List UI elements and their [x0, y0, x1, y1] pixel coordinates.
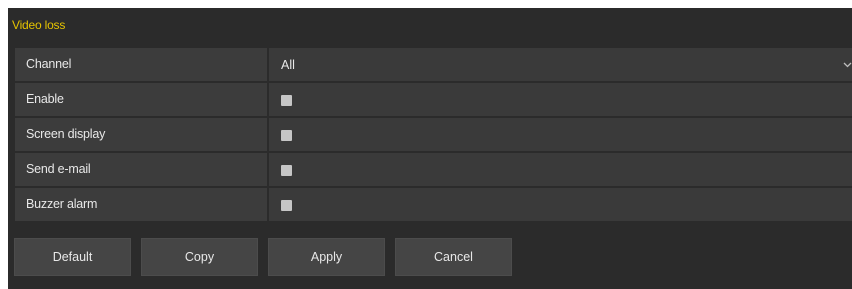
screen-display-label: Screen display — [15, 118, 267, 151]
screen-display-cell — [269, 118, 852, 151]
channel-label: Channel — [15, 48, 267, 81]
enable-row: Enable — [15, 83, 852, 116]
default-button[interactable]: Default — [14, 238, 131, 276]
apply-button[interactable]: Apply — [268, 238, 385, 276]
send-email-label: Send e-mail — [15, 153, 267, 186]
screen-display-row: Screen display — [15, 118, 852, 151]
chevron-down-icon — [843, 62, 852, 68]
cancel-button[interactable]: Cancel — [395, 238, 512, 276]
buzzer-alarm-cell — [269, 188, 852, 221]
panel-title: Video loss — [12, 18, 66, 32]
channel-select[interactable]: All — [269, 48, 852, 81]
channel-row: Channel All — [15, 48, 852, 81]
enable-checkbox[interactable] — [281, 94, 292, 106]
send-email-row: Send e-mail — [15, 153, 852, 186]
channel-select-value: All — [281, 57, 295, 72]
enable-label: Enable — [15, 83, 267, 116]
send-email-cell — [269, 153, 852, 186]
enable-cell — [269, 83, 852, 116]
buzzer-alarm-label: Buzzer alarm — [15, 188, 267, 221]
video-loss-panel: Video loss Channel All Enable Screen dis… — [8, 8, 852, 289]
send-email-checkbox[interactable] — [281, 164, 292, 176]
settings-table: Channel All Enable Screen display Send e… — [15, 48, 852, 223]
copy-button[interactable]: Copy — [141, 238, 258, 276]
screen-display-checkbox[interactable] — [281, 129, 292, 141]
buzzer-alarm-checkbox[interactable] — [281, 199, 292, 211]
buzzer-alarm-row: Buzzer alarm — [15, 188, 852, 221]
button-bar: Default Copy Apply Cancel — [14, 238, 512, 276]
